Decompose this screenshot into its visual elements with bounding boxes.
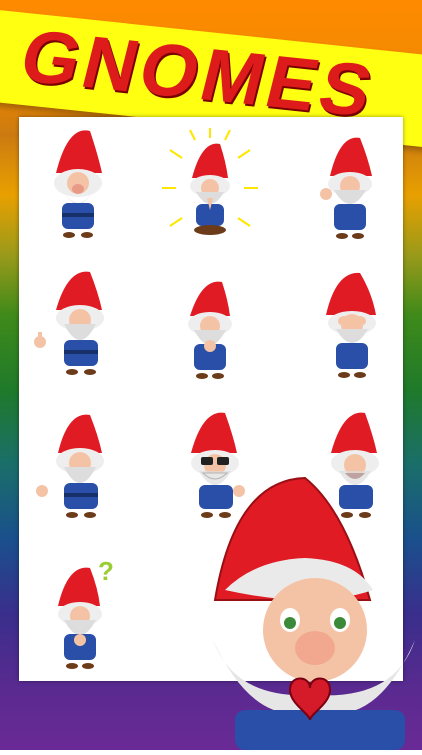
gnome-sticker-pointing[interactable] bbox=[28, 405, 128, 525]
gnome-sticker-hands-clasped[interactable] bbox=[160, 270, 260, 390]
gnome-sticker-praying-glowing[interactable] bbox=[160, 128, 260, 248]
gnome-sticker-eyes-closed[interactable] bbox=[28, 125, 128, 245]
gnome-sticker-covering-eyes[interactable] bbox=[300, 265, 400, 385]
question-mark: ? bbox=[98, 556, 114, 586]
gnome-sticker-confused[interactable]: ? bbox=[28, 556, 128, 680]
gnome-sticker-waving[interactable] bbox=[300, 128, 400, 248]
featured-gnome-holding-heart bbox=[195, 470, 422, 750]
gnome-sticker-thumbs-up[interactable] bbox=[28, 262, 128, 382]
